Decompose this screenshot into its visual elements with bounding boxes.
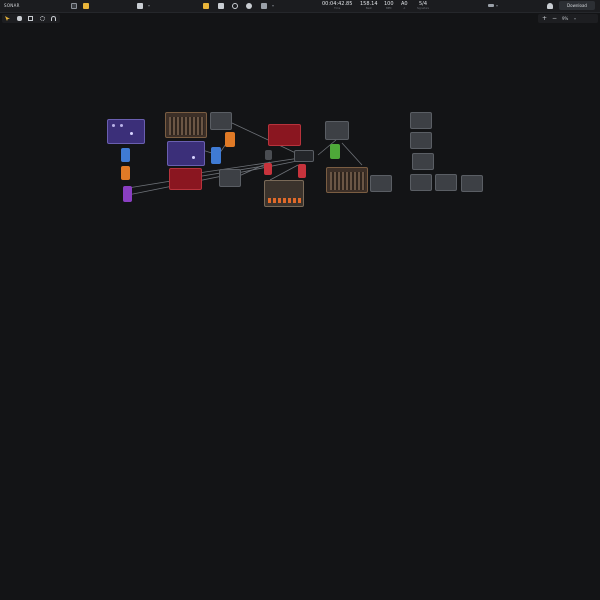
- knob[interactable]: [130, 132, 133, 135]
- synth-module[interactable]: [107, 119, 145, 144]
- knob[interactable]: [192, 156, 195, 159]
- orange-module[interactable]: [121, 166, 130, 180]
- empty-slot[interactable]: [410, 174, 432, 191]
- empty-slot[interactable]: [461, 175, 483, 192]
- drum-pads[interactable]: [268, 198, 301, 203]
- step-grid[interactable]: [169, 117, 204, 135]
- orange-module[interactable]: [225, 132, 235, 147]
- patch-cables: [127, 122, 363, 196]
- step-sequencer-module[interactable]: [326, 167, 368, 193]
- purple-module[interactable]: [123, 186, 132, 202]
- filter-module[interactable]: [268, 124, 301, 146]
- blue-module[interactable]: [211, 147, 221, 164]
- empty-slot[interactable]: [325, 121, 349, 140]
- knob[interactable]: [112, 124, 115, 127]
- green-module[interactable]: [330, 144, 340, 159]
- knob[interactable]: [120, 124, 123, 127]
- gray-module[interactable]: [265, 150, 272, 160]
- synth-module[interactable]: [167, 141, 205, 166]
- drum-machine-module[interactable]: [264, 180, 304, 207]
- mixer-module[interactable]: [294, 150, 314, 162]
- empty-slot[interactable]: [410, 132, 432, 149]
- empty-slot[interactable]: [412, 153, 434, 170]
- red-module[interactable]: [264, 163, 272, 175]
- cable[interactable]: [269, 164, 299, 181]
- step-grid[interactable]: [330, 172, 365, 190]
- empty-slot[interactable]: [370, 175, 392, 192]
- empty-slot[interactable]: [219, 169, 241, 187]
- empty-slot[interactable]: [410, 112, 432, 129]
- filter-module[interactable]: [169, 168, 202, 190]
- cable[interactable]: [341, 142, 363, 166]
- step-sequencer-module[interactable]: [165, 112, 207, 138]
- empty-slot[interactable]: [210, 112, 232, 130]
- empty-slot[interactable]: [435, 174, 457, 191]
- blue-module[interactable]: [121, 148, 130, 162]
- red-module[interactable]: [298, 164, 306, 178]
